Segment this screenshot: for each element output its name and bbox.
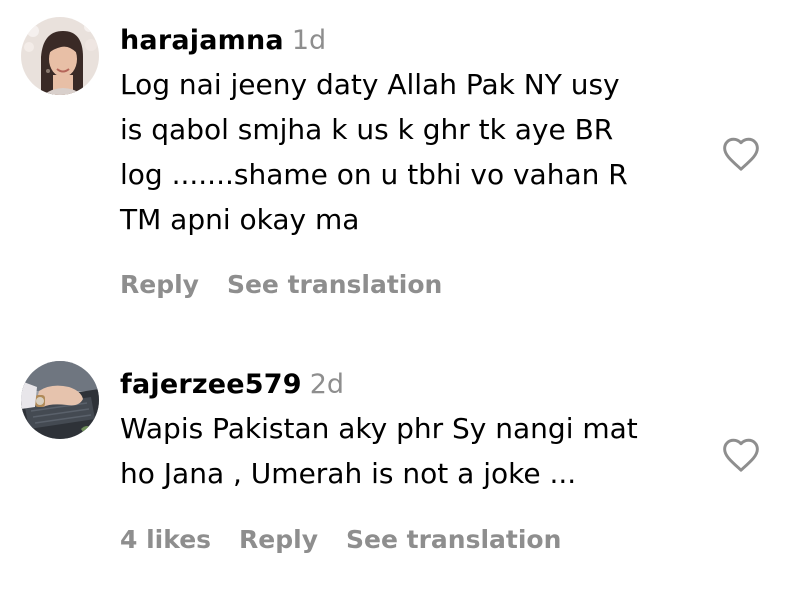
- like-button[interactable]: [721, 437, 761, 473]
- timestamp[interactable]: 1d: [292, 25, 326, 56]
- heart-outline-icon: [723, 137, 759, 171]
- comment-header: fajerzee579 2d: [120, 367, 700, 403]
- heart-outline-icon: [723, 438, 759, 472]
- comment-text-line: log .......shame on u tbhi vo vahan R: [120, 158, 628, 191]
- comment-text: Wapis Pakistan aky phr Sy nangi mat ho J…: [120, 406, 700, 496]
- comment-text-line: Log nai jeeny daty Allah Pak NY usy: [120, 68, 620, 101]
- see-translation-button[interactable]: See translation: [227, 270, 442, 299]
- likes-count[interactable]: 4 likes: [120, 525, 211, 554]
- like-button[interactable]: [721, 136, 761, 172]
- username[interactable]: harajamna: [120, 25, 284, 56]
- avatar[interactable]: [21, 17, 99, 95]
- see-translation-button[interactable]: See translation: [346, 525, 561, 554]
- comment-text-line: Wapis Pakistan aky phr Sy nangi mat: [120, 412, 638, 445]
- avatar[interactable]: [21, 361, 99, 439]
- comment-actions: Reply See translation: [120, 268, 470, 302]
- comment-text: Log nai jeeny daty Allah Pak NY usy is q…: [120, 62, 700, 242]
- comment-actions: 4 likes Reply See translation: [120, 523, 589, 557]
- comment-text-line: is qabol smjha k us k ghr tk aye BR: [120, 113, 614, 146]
- comment-body: fajerzee579 2d Wapis Pakistan aky phr Sy …: [120, 367, 700, 496]
- reply-button[interactable]: Reply: [239, 525, 318, 554]
- username[interactable]: fajerzee579: [120, 369, 302, 400]
- comment-text-line: TM apni okay ma: [120, 203, 360, 236]
- timestamp[interactable]: 2d: [310, 369, 344, 400]
- profile-photo-woman-icon: [21, 17, 99, 95]
- comment-item: fajerzee579 2d Wapis Pakistan aky phr Sy …: [0, 330, 787, 595]
- reply-button[interactable]: Reply: [120, 270, 199, 299]
- comment-body: harajamna 1d Log nai jeeny daty Allah Pak…: [120, 23, 700, 242]
- comment-text-line: ho Jana , Umerah is not a joke ...: [120, 457, 577, 490]
- profile-photo-hand-laptop-icon: [21, 361, 99, 439]
- comment-header: harajamna 1d: [120, 23, 700, 59]
- comment-item: harajamna 1d Log nai jeeny daty Allah Pak…: [0, 0, 787, 330]
